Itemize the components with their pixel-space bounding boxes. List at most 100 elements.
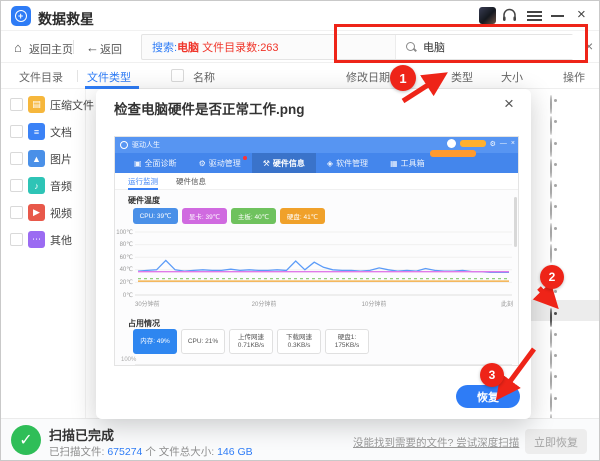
sidebar-item-label: 音频 [50, 178, 72, 194]
preview-eye-icon[interactable] [550, 116, 552, 135]
minimize-button[interactable] [551, 15, 564, 17]
table-row-action[interactable] [550, 309, 552, 327]
headset-support-icon[interactable] [501, 7, 518, 24]
preview-sub-tab[interactable]: 运行监测 [128, 173, 158, 190]
back-arrow-icon[interactable]: ← [86, 40, 99, 55]
preview-minimize-icon: — [500, 140, 507, 147]
preview-usage-section-title: 占用情况 [128, 318, 160, 329]
preview-sub-tab[interactable]: 硬件信息 [176, 173, 206, 190]
deep-scan-link[interactable]: 没能找到需要的文件? 尝试深度扫描 [353, 435, 519, 450]
sidebar-item-6[interactable]: ⋯其他 [10, 231, 72, 248]
app-title: 数据救星 [38, 9, 94, 29]
column-type[interactable]: 类型 [451, 69, 473, 85]
preview-scrollbar [514, 197, 517, 247]
preview-eye-icon[interactable] [550, 138, 552, 157]
checkbox[interactable] [10, 98, 23, 111]
preview-nav-tab[interactable]: ⚒硬件信息 [252, 153, 316, 173]
recover-now-button[interactable]: 立即恢复 [525, 429, 587, 454]
preview-nav-tab-label: 硬件信息 [273, 158, 305, 169]
tab-divider [77, 70, 78, 82]
preview-eye-icon[interactable] [550, 244, 552, 263]
driver-icon: ⚙ [199, 159, 206, 168]
select-all-checkbox[interactable] [171, 69, 184, 82]
usage-chip-label: 硬盘1: [338, 334, 356, 342]
table-row-action[interactable] [550, 372, 552, 390]
app-window: + 数据救星 × ⌂ 返回主页 ← 返回 搜索:电脑 文件目录数:263 电脑 … [0, 0, 600, 461]
checkbox[interactable] [10, 233, 23, 246]
checkbox[interactable] [10, 206, 23, 219]
sidebar-item-5[interactable]: ▶视频 [10, 204, 72, 221]
home-button[interactable]: 返回主页 [29, 41, 73, 57]
preview-axis-note: 100% [121, 357, 136, 363]
menu-icon[interactable] [527, 11, 542, 21]
preview-eye-icon[interactable] [550, 371, 552, 390]
preview-nav-tab[interactable]: ⚙驱动管理 [188, 153, 252, 173]
annotation-step-1: 1 [390, 65, 416, 91]
preview-eye-icon[interactable] [550, 308, 552, 327]
x-axis-label: 30分钟前 [135, 299, 181, 308]
user-avatar[interactable] [479, 7, 496, 24]
table-row-action[interactable] [550, 224, 552, 242]
close-button[interactable]: × [577, 6, 586, 24]
table-row-action[interactable] [550, 117, 552, 135]
table-row-action[interactable] [550, 394, 552, 412]
annotation-highlight-rectangle [334, 24, 588, 63]
total-size-label: 文件总大小: [159, 446, 214, 458]
x-axis-label: 此刻 [467, 299, 513, 308]
table-row-action[interactable] [550, 139, 552, 157]
annotation-step-3: 3 [480, 363, 504, 387]
preview-eye-icon[interactable] [550, 159, 552, 178]
recover-button[interactable]: 恢复 [456, 385, 520, 408]
preview-eye-icon[interactable] [550, 180, 552, 199]
table-row-action[interactable] [550, 181, 552, 199]
tab-file-directory[interactable]: 文件目录 [19, 69, 63, 85]
usage-chip: 下载网速0.3KB/s [277, 329, 321, 354]
status-bar: ✓ 扫描已完成 已扫描文件: 675274 个 文件总大小: 146 GB 没能… [1, 418, 600, 461]
table-row-action[interactable] [550, 287, 552, 305]
tab-file-type[interactable]: 文件类型 [87, 69, 131, 85]
preview-nav-tab[interactable]: ▣全面诊断 [123, 153, 188, 173]
usage-chip-value: 0.3KB/s [288, 342, 311, 350]
preview-eye-icon[interactable] [550, 393, 552, 412]
temperature-chart [135, 230, 512, 298]
preview-temp-section-title: 硬件温度 [128, 195, 160, 206]
status-search-label: 搜索: [152, 42, 177, 54]
table-row-action[interactable] [550, 160, 552, 178]
table-row-action[interactable] [550, 245, 552, 263]
column-size[interactable]: 大小 [501, 69, 523, 85]
column-date[interactable]: 修改日期 [346, 69, 390, 85]
checkbox[interactable] [10, 152, 23, 165]
preview-eye-icon[interactable] [550, 329, 552, 348]
sidebar-item-1[interactable]: ▤压缩文件 [10, 96, 94, 113]
preview-eye-icon[interactable] [550, 201, 552, 220]
preview-close-icon: × [511, 140, 515, 147]
y-axis-label: 80℃ [116, 241, 133, 248]
preview-eye-icon[interactable] [550, 223, 552, 242]
list-header: 文件目录 文件类型 名称 修改日期 类型 大小 操作 [1, 63, 600, 89]
checkbox[interactable] [10, 125, 23, 138]
home-icon: ⌂ [14, 40, 22, 55]
usage-chip-label: 上传网速 [238, 334, 264, 342]
column-name[interactable]: 名称 [193, 69, 215, 85]
scan-summary: 已扫描文件: 675274 个 文件总大小: 146 GB [49, 444, 253, 459]
back-button[interactable]: 返回 [100, 41, 122, 57]
preview-eye-icon[interactable] [550, 350, 552, 369]
preview-nav-tab[interactable]: ◈软件管理 [316, 153, 379, 173]
preview-eye-icon[interactable] [550, 95, 552, 114]
table-row-action[interactable] [550, 202, 552, 220]
hardware-icon: ⚒ [263, 159, 270, 168]
table-row-action[interactable] [550, 330, 552, 348]
audio-icon: ♪ [28, 177, 45, 194]
sidebar-item-2[interactable]: ≡文档 [10, 123, 72, 140]
table-row-action[interactable] [550, 96, 552, 114]
zip-file-icon: ▤ [28, 96, 45, 113]
checkbox[interactable] [10, 179, 23, 192]
sidebar-item-4[interactable]: ♪ 音频 [10, 177, 72, 194]
table-row-action[interactable] [550, 351, 552, 369]
dialog-close-icon[interactable]: × [504, 94, 514, 114]
sidebar-item-3[interactable]: ▲图片 [10, 150, 72, 167]
preview-baseline [135, 364, 512, 365]
preview-nav-tab[interactable]: ▦工具箱 [379, 153, 436, 173]
temperature-chip: 显卡: 39℃ [182, 208, 227, 224]
notification-dot [243, 156, 247, 160]
